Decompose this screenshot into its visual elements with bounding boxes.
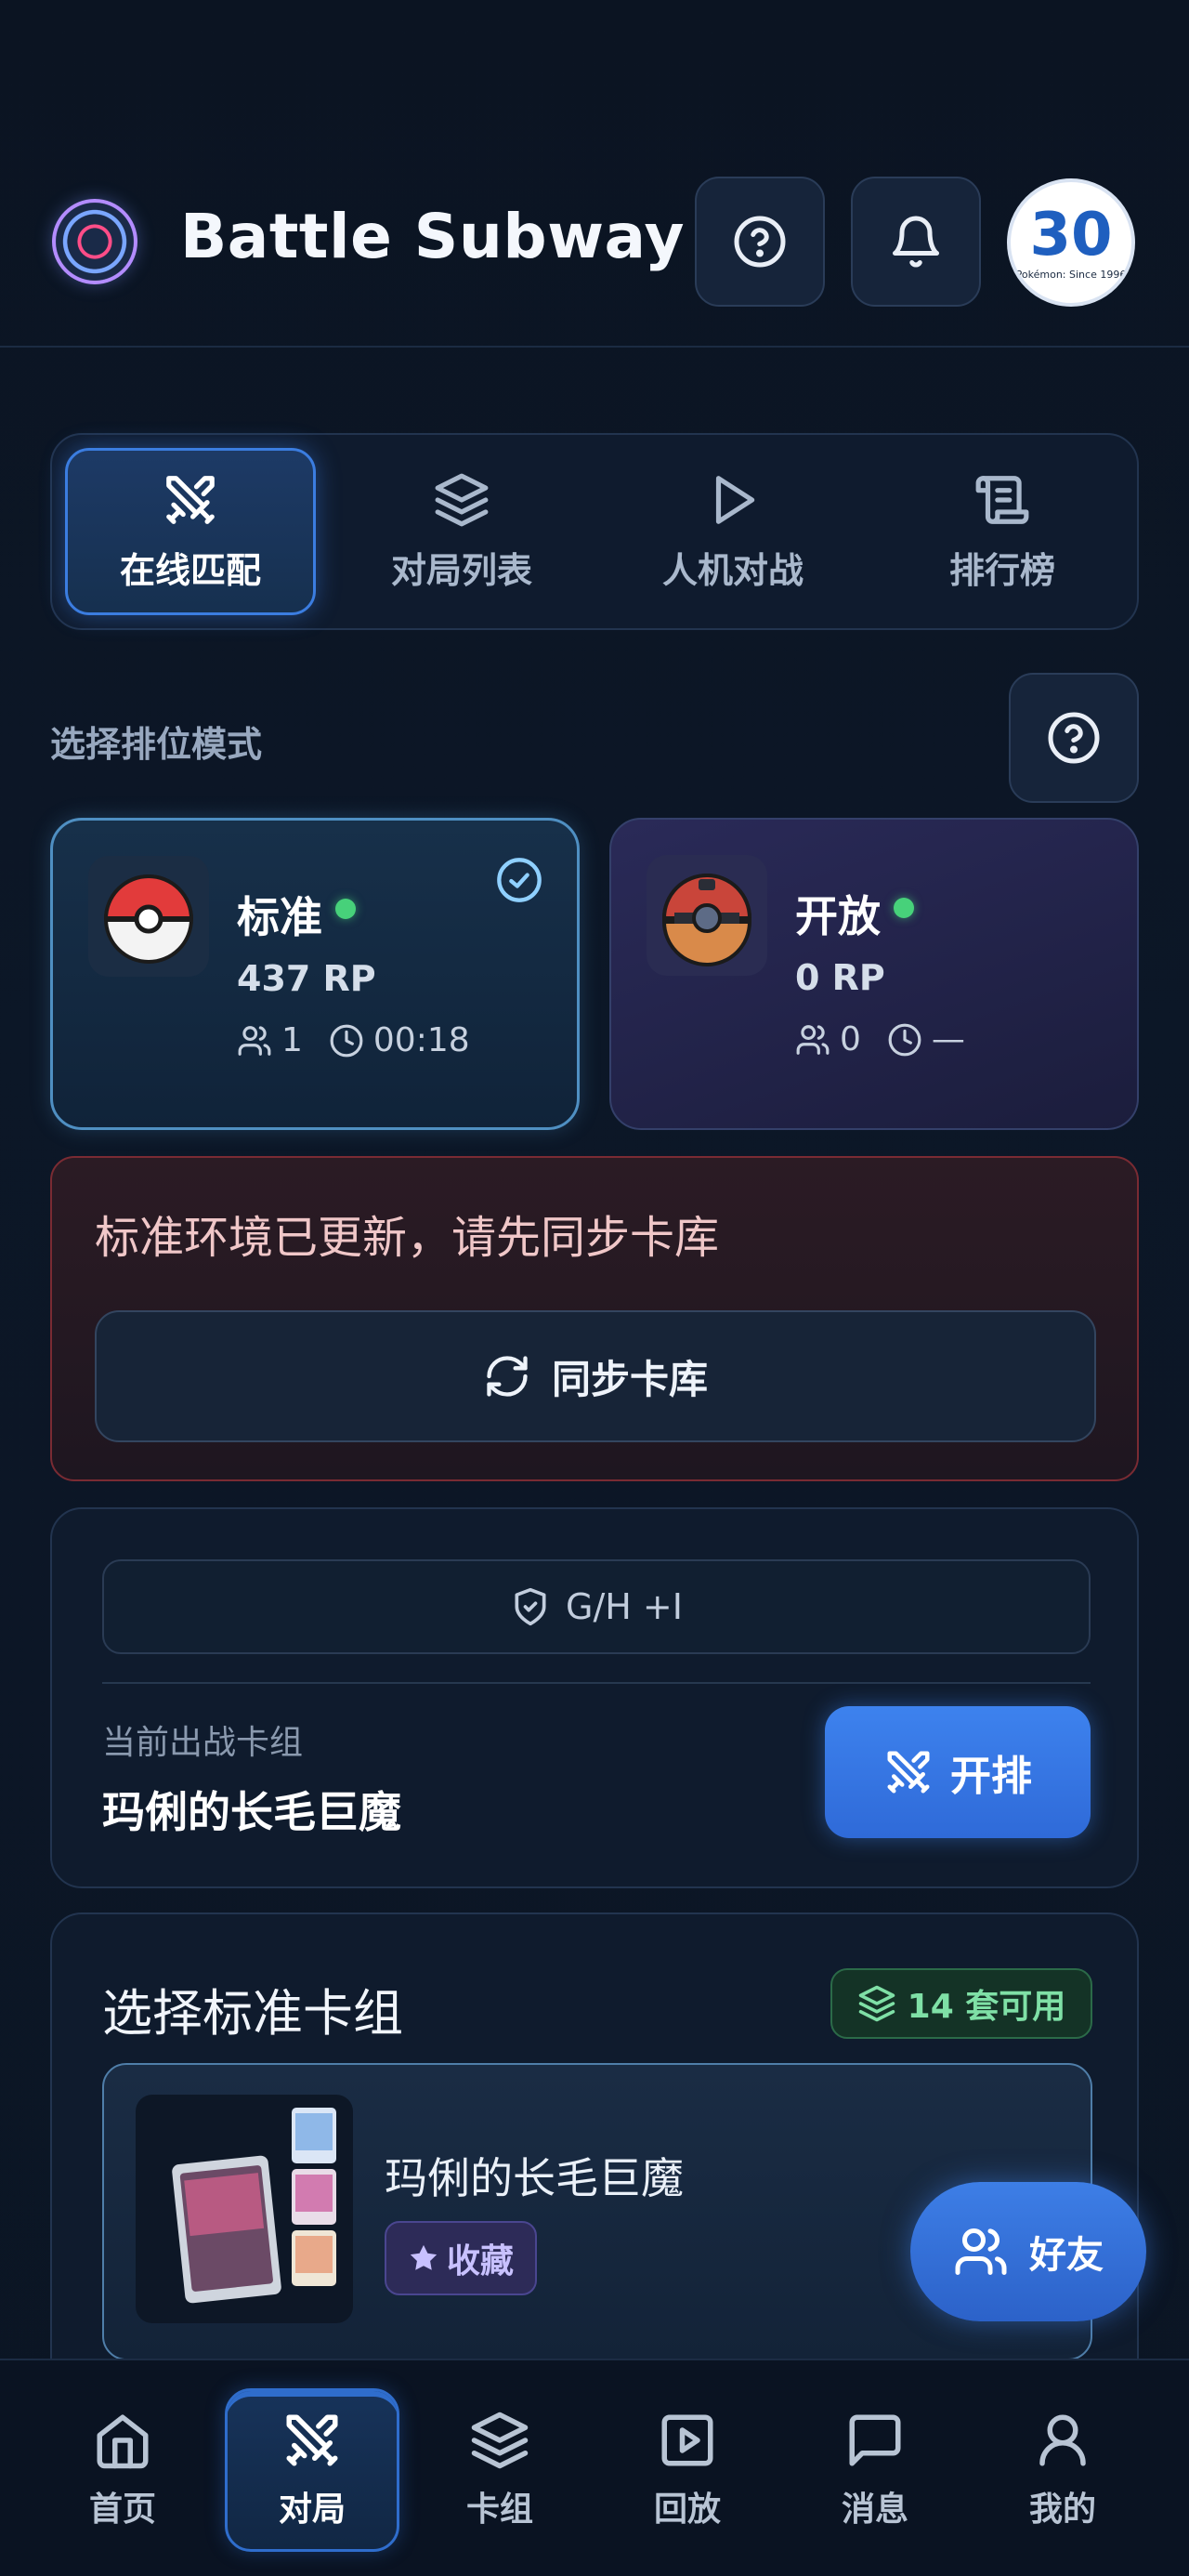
layers-icon bbox=[435, 473, 489, 526]
nav-battle[interactable]: 对局 bbox=[225, 2388, 399, 2552]
play-icon bbox=[715, 475, 755, 524]
friends-fab[interactable]: 好友 bbox=[910, 2182, 1146, 2321]
tab-vs-ai[interactable]: 人机对战 bbox=[608, 448, 858, 615]
tab-online-match[interactable]: 在线匹配 bbox=[65, 448, 316, 615]
avatar[interactable]: 30 Pokémon: Since 1996 bbox=[1007, 178, 1135, 307]
star-icon bbox=[410, 2244, 438, 2270]
check-circle-icon bbox=[497, 858, 542, 902]
users-icon bbox=[796, 1024, 830, 1055]
sync-library-button[interactable]: 同步卡库 bbox=[95, 1310, 1096, 1442]
app-header: Battle Subway 30 Pokémon: Since 1996 bbox=[0, 0, 1189, 348]
available-decks-badge: 14 套可用 bbox=[830, 1968, 1092, 2039]
help-button[interactable] bbox=[695, 177, 825, 307]
nav-decks[interactable]: 卡组 bbox=[412, 2388, 587, 2552]
mode-tabs: 在线匹配 对局列表 人机对战 排行榜 bbox=[50, 433, 1139, 630]
battle-deck-panel: G/H +I 当前出战卡组 玛俐的长毛巨魔 开排 bbox=[50, 1507, 1139, 1888]
tab-label: 人机对战 bbox=[661, 549, 804, 591]
replay-icon bbox=[661, 2414, 713, 2466]
users-icon bbox=[955, 2228, 1007, 2275]
divider bbox=[102, 1682, 1091, 1684]
bottom-nav: 首页 对局 卡组 回放 消息 我的 bbox=[0, 2359, 1189, 2576]
player-count: 0 bbox=[840, 1020, 861, 1058]
swords-icon bbox=[286, 2414, 338, 2466]
nav-label: 对局 bbox=[278, 2491, 346, 2529]
nav-label: 卡组 bbox=[465, 2491, 533, 2529]
tab-label: 对局列表 bbox=[390, 549, 532, 591]
tab-label: 排行榜 bbox=[948, 549, 1055, 591]
available-decks-count: 14 套可用 bbox=[907, 1988, 1066, 2026]
layers-icon bbox=[471, 2412, 529, 2469]
refresh-icon bbox=[487, 1356, 528, 1397]
tab-leaderboard[interactable]: 排行榜 bbox=[877, 448, 1128, 615]
bell-icon bbox=[893, 216, 939, 268]
help-icon bbox=[1048, 712, 1100, 764]
friends-label: 好友 bbox=[1029, 2234, 1104, 2277]
start-ranked-label: 开排 bbox=[950, 1753, 1032, 1800]
sync-library-label: 同步卡库 bbox=[551, 1356, 708, 1402]
format-rule-pill: G/H +I bbox=[102, 1559, 1091, 1654]
rank-points: 0 RP bbox=[795, 957, 885, 998]
rank-meta: 0 — bbox=[795, 1020, 965, 1058]
alert-message: 标准环境已更新，请先同步卡库 bbox=[95, 1212, 720, 1264]
avatar-caption: Pokémon: Since 1996 bbox=[1015, 268, 1127, 281]
start-ranked-button[interactable]: 开排 bbox=[825, 1706, 1091, 1838]
rank-mode-open[interactable]: 开放 0 RP 0 — bbox=[609, 818, 1139, 1130]
pokeball-icon bbox=[88, 856, 209, 977]
shield-check-icon bbox=[515, 1587, 546, 1626]
nav-profile[interactable]: 我的 bbox=[975, 2388, 1150, 2552]
favorite-label: 收藏 bbox=[446, 2242, 514, 2280]
select-deck-title: 选择标准卡组 bbox=[102, 1984, 403, 2043]
update-alert: 标准环境已更新，请先同步卡库 同步卡库 bbox=[50, 1156, 1139, 1481]
help-icon bbox=[734, 216, 786, 268]
format-rule-text: G/H +I bbox=[566, 1586, 683, 1627]
avatar-mark: 30 bbox=[1029, 200, 1113, 269]
rank-mode-standard[interactable]: 标准 437 RP 1 00:18 bbox=[50, 818, 580, 1130]
app-logo bbox=[52, 199, 137, 284]
rank-help-button[interactable] bbox=[1009, 673, 1139, 803]
home-icon bbox=[97, 2414, 149, 2469]
swords-icon bbox=[887, 1751, 930, 1794]
nav-home[interactable]: 首页 bbox=[35, 2388, 210, 2552]
heavy-ball-icon bbox=[647, 855, 767, 976]
current-deck-label: 当前出战卡组 bbox=[102, 1724, 304, 1762]
wait-time: — bbox=[931, 1020, 965, 1058]
deck-thumbnail bbox=[136, 2095, 353, 2323]
rank-mode-label: 选择排位模式 bbox=[50, 724, 263, 765]
rank-meta: 1 00:18 bbox=[237, 1021, 470, 1059]
nav-label: 首页 bbox=[88, 2491, 156, 2529]
nav-replay[interactable]: 回放 bbox=[600, 2388, 775, 2552]
notification-button[interactable] bbox=[851, 177, 981, 307]
clock-icon bbox=[330, 1024, 363, 1057]
current-deck-name: 玛俐的长毛巨魔 bbox=[102, 1787, 401, 1837]
rank-mode-name: 开放 bbox=[795, 891, 881, 941]
favorite-badge: 收藏 bbox=[385, 2221, 537, 2295]
swords-icon bbox=[166, 475, 215, 524]
tab-label: 在线匹配 bbox=[119, 549, 261, 591]
tab-match-list[interactable]: 对局列表 bbox=[336, 448, 587, 615]
nav-messages[interactable]: 消息 bbox=[788, 2388, 962, 2552]
layers-icon bbox=[858, 1985, 895, 2022]
nav-label: 我的 bbox=[1028, 2491, 1096, 2529]
player-count: 1 bbox=[281, 1021, 303, 1059]
users-icon bbox=[238, 1025, 271, 1056]
online-status-dot bbox=[894, 898, 914, 918]
online-status-dot bbox=[335, 899, 356, 919]
rank-points: 437 RP bbox=[237, 958, 376, 999]
user-icon bbox=[1039, 2414, 1086, 2466]
deck-name: 玛俐的长毛巨魔 bbox=[385, 2153, 684, 2203]
rank-mode-name: 标准 bbox=[237, 892, 322, 942]
message-icon bbox=[849, 2414, 901, 2466]
scroll-icon bbox=[975, 475, 1029, 524]
nav-label: 消息 bbox=[841, 2491, 908, 2529]
nav-label: 回放 bbox=[653, 2491, 721, 2529]
clock-icon bbox=[888, 1023, 921, 1056]
app-title: Battle Subway bbox=[180, 201, 686, 272]
wait-time: 00:18 bbox=[372, 1021, 470, 1059]
